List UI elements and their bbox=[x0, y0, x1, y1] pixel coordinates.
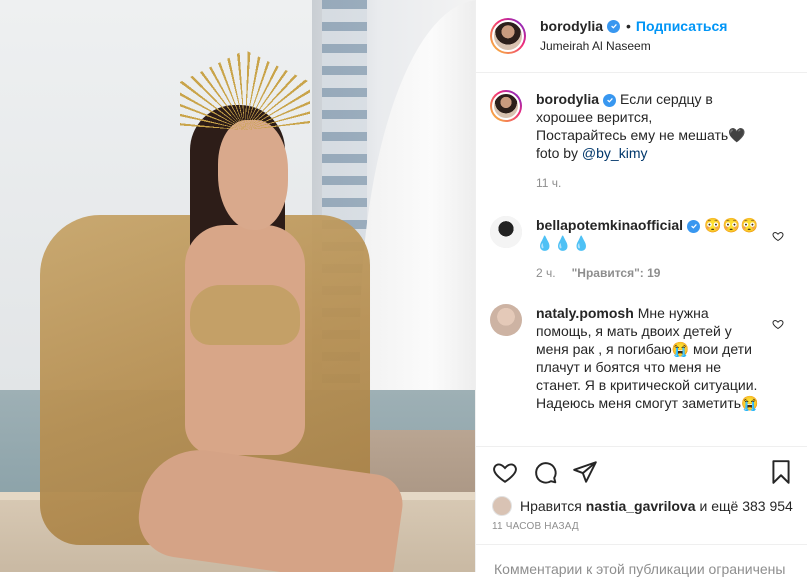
caption-time[interactable]: 11 ч. bbox=[536, 174, 561, 192]
paper-plane-icon[interactable] bbox=[572, 459, 598, 485]
caption-mention[interactable]: @by_kimy bbox=[582, 145, 648, 161]
caption: borodylia Если сердцу в хорошее верится, … bbox=[490, 90, 796, 192]
verified-badge-icon bbox=[603, 93, 617, 107]
comment-likes[interactable]: "Нравится": 19 bbox=[572, 264, 661, 282]
caption-avatar-image bbox=[492, 92, 520, 120]
verified-badge-icon bbox=[687, 219, 701, 233]
caption-body: borodylia Если сердцу в хорошее верится, … bbox=[536, 90, 766, 192]
comment-avatar[interactable] bbox=[490, 304, 522, 336]
heart-icon[interactable] bbox=[492, 459, 518, 485]
post-header: borodylia • Подписаться Jumeirah Al Nase… bbox=[476, 0, 807, 73]
comment-bubble-icon[interactable] bbox=[532, 459, 558, 485]
comment-meta: 2 ч. "Нравится": 19 bbox=[536, 264, 766, 282]
liked-by-prefix: Нравится bbox=[520, 498, 582, 514]
author-avatar-image bbox=[492, 20, 524, 52]
author-username[interactable]: borodylia bbox=[540, 17, 603, 35]
comment-avatar[interactable] bbox=[490, 216, 522, 248]
author-row: borodylia • Подписаться bbox=[540, 17, 727, 35]
verified-badge-icon bbox=[607, 19, 621, 33]
comment-like-heart-icon[interactable] bbox=[772, 230, 784, 242]
comment-body: bellapotemkinaofficial 😳😳😳 💧💧💧 2 ч. "Нрав… bbox=[536, 216, 766, 282]
photo-crown bbox=[180, 50, 310, 130]
liker-avatar[interactable] bbox=[492, 496, 512, 516]
bookmark-icon[interactable] bbox=[768, 459, 794, 485]
liked-by: Нравится nastia_gavrilova и ещё 383 954 bbox=[492, 496, 793, 516]
comment-item: nataly.pomosh Мне нужна помощь, я мать дв… bbox=[490, 304, 796, 412]
caption-username[interactable]: borodylia bbox=[536, 91, 599, 107]
post-timestamp[interactable]: 11 часов назад bbox=[492, 521, 579, 532]
photo-top bbox=[190, 285, 300, 345]
follow-button[interactable]: Подписаться bbox=[636, 17, 728, 35]
header-separator: • bbox=[626, 18, 631, 34]
photo-woman bbox=[40, 40, 407, 572]
comment-avatar-image bbox=[490, 216, 522, 248]
post-side-panel: borodylia • Подписаться Jumeirah Al Nase… bbox=[475, 0, 807, 577]
comment-time[interactable]: 2 ч. bbox=[536, 264, 556, 282]
comment-username[interactable]: nataly.pomosh bbox=[536, 305, 634, 321]
comment-body: nataly.pomosh Мне нужна помощь, я мать дв… bbox=[536, 304, 766, 412]
comments-list[interactable]: borodylia Если сердцу в хорошее верится, … bbox=[476, 74, 807, 446]
liked-by-user[interactable]: nastia_gavrilova bbox=[586, 498, 696, 514]
author-info: borodylia • Подписаться Jumeirah Al Nase… bbox=[540, 17, 727, 55]
comment-avatar-image bbox=[490, 304, 522, 336]
action-bar bbox=[476, 446, 807, 496]
liked-by-count[interactable]: и ещё 383 954 bbox=[700, 498, 793, 514]
comments-disabled-notice: Комментарии к этой публикации ограничены bbox=[476, 544, 807, 577]
instagram-post: borodylia • Подписаться Jumeirah Al Nase… bbox=[0, 0, 807, 577]
post-location[interactable]: Jumeirah Al Naseem bbox=[540, 37, 727, 55]
comment-username[interactable]: bellapotemkinaofficial bbox=[536, 217, 683, 233]
comment-item: bellapotemkinaofficial 😳😳😳 💧💧💧 2 ч. "Нрав… bbox=[490, 216, 796, 282]
caption-meta: 11 ч. bbox=[536, 174, 766, 192]
post-photo[interactable] bbox=[0, 0, 475, 572]
photo-face bbox=[218, 120, 288, 230]
comment-like-heart-icon[interactable] bbox=[772, 318, 784, 330]
caption-avatar[interactable] bbox=[490, 90, 522, 122]
author-avatar[interactable] bbox=[490, 18, 526, 54]
